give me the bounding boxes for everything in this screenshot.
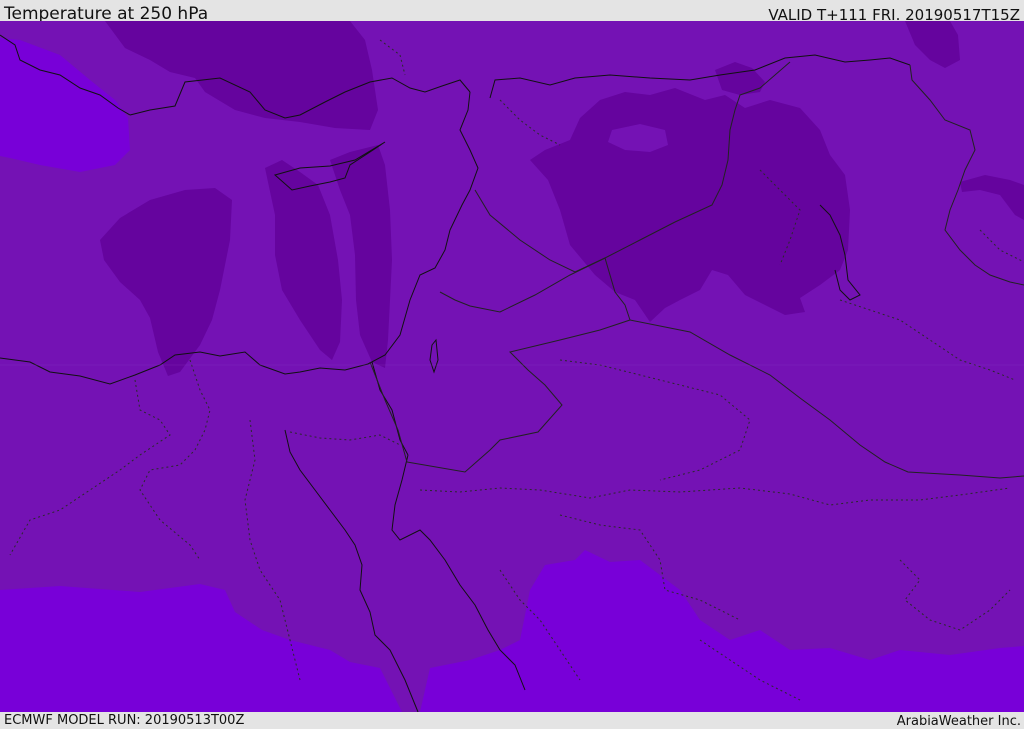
map-canvas [0,21,1024,712]
map-title: Temperature at 250 hPa [4,4,209,21]
model-run-label: ECMWF MODEL RUN: 20190513T00Z [4,713,245,728]
footer-bar: ECMWF MODEL RUN: 20190513T00Z ArabiaWeat… [0,712,1024,729]
valid-time: VALID T+111 FRI. 20190517T15Z [768,6,1020,21]
credit-label: ArabiaWeather Inc. [896,714,1021,729]
weather-map [0,21,1024,712]
header-bar: Temperature at 250 hPa VALID T+111 FRI. … [0,0,1024,21]
